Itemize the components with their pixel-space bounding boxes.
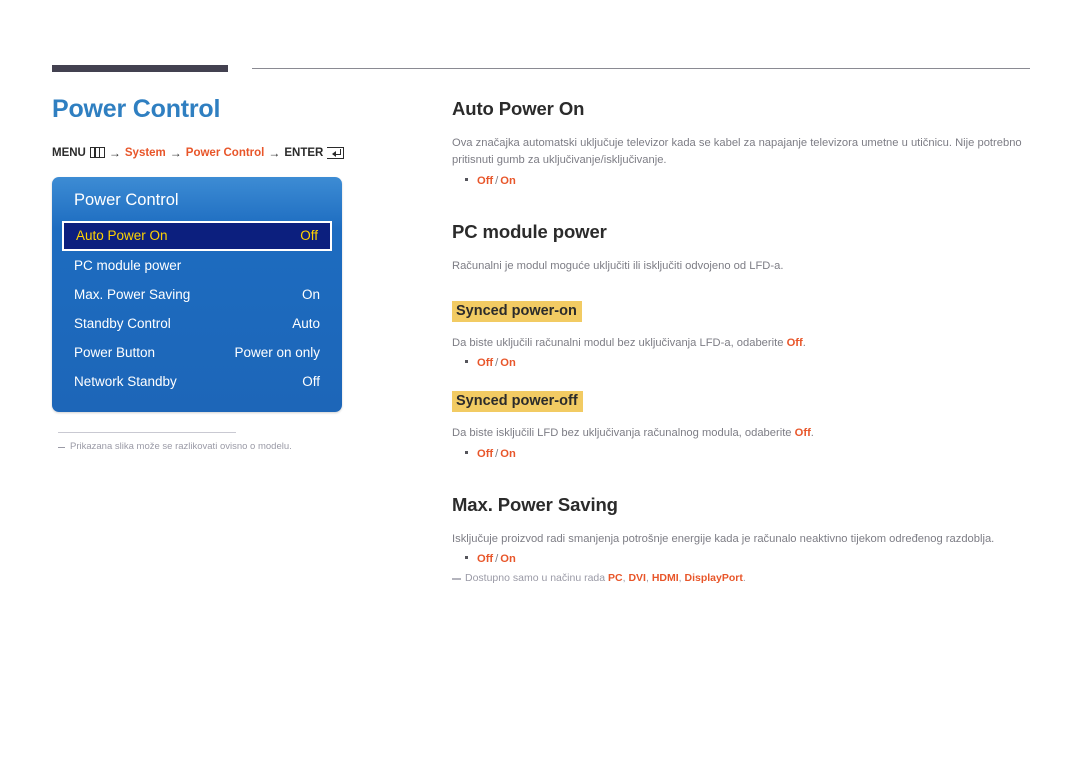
subsection-heading-synced-power-on: Synced power-on bbox=[452, 301, 582, 323]
breadcrumb-step-power-control[interactable]: Power Control bbox=[186, 147, 265, 159]
section-heading-max-power-saving: Max. Power Saving bbox=[452, 493, 618, 515]
breadcrumb-arrow-3: → bbox=[268, 145, 281, 160]
header-rule-thick bbox=[52, 65, 228, 72]
section-heading-auto-power-on: Auto Power On bbox=[452, 98, 585, 119]
option-separator: / bbox=[495, 357, 499, 370]
option-list-synced-power-on: Off / On bbox=[465, 357, 1032, 369]
bullet-icon bbox=[465, 450, 468, 454]
osd-row-pc-module-power[interactable]: PC module power bbox=[52, 251, 342, 280]
osd-row-network-standby[interactable]: Network Standby Off bbox=[52, 367, 342, 396]
image-note-text: Prikazana slika može se razlikovati ovis… bbox=[70, 440, 292, 452]
option-on: On bbox=[500, 553, 516, 566]
osd-row-label: Auto Power On bbox=[76, 228, 168, 243]
subsection-body-period: . bbox=[802, 337, 806, 350]
breadcrumb: MENU → System → Power Control → ENTER bbox=[52, 146, 412, 160]
right-column: Auto Power On Ova značajka automatski uk… bbox=[452, 98, 1032, 584]
subsection-body-text: Da biste uključili računalni modul bez u… bbox=[452, 337, 787, 350]
option-list-auto-power-on: Off / On bbox=[465, 175, 1032, 187]
option-on: On bbox=[500, 357, 516, 370]
osd-row-max-power-saving[interactable]: Max. Power Saving On bbox=[52, 280, 342, 309]
dash-icon bbox=[452, 578, 461, 581]
option-off: Off bbox=[477, 174, 494, 187]
osd-row-label: Power Button bbox=[74, 344, 156, 360]
option-list-max-power-saving: Off / On bbox=[465, 553, 1032, 565]
breadcrumb-arrow-2: → bbox=[169, 145, 182, 160]
osd-row-label: Standby Control bbox=[74, 315, 171, 331]
subsection-body-synced-power-off: Da biste isključili LFD bez uključivanja… bbox=[452, 425, 1032, 442]
availability-note: Dostupno samo u načinu rada PC, DVI, HDM… bbox=[452, 572, 1032, 584]
image-note-divider bbox=[58, 431, 236, 433]
section-body-auto-power-on: Ova značajka automatski uključuje televi… bbox=[452, 137, 1022, 167]
header-rule-thin bbox=[252, 68, 1030, 69]
osd-row-label: Max. Power Saving bbox=[74, 286, 191, 302]
bullet-icon bbox=[465, 556, 468, 560]
bullet-icon bbox=[465, 360, 468, 364]
inline-option-off: Off bbox=[794, 427, 811, 440]
option-separator: / bbox=[495, 447, 499, 460]
section-body-pc-module-power: Računalni je modul moguće uključiti ili … bbox=[452, 259, 784, 272]
osd-title: Power Control bbox=[74, 190, 179, 209]
option-off: Off bbox=[477, 447, 494, 460]
osd-row-auto-power-on[interactable]: Auto Power On Off bbox=[62, 220, 332, 251]
breadcrumb-arrow-1: → bbox=[108, 145, 121, 160]
bullet-icon bbox=[465, 177, 468, 181]
osd-row-value: On bbox=[301, 286, 320, 302]
option-separator: / bbox=[495, 174, 499, 187]
option-on: On bbox=[500, 447, 516, 460]
osd-row-value: Off bbox=[302, 373, 320, 389]
inline-option-off: Off bbox=[786, 337, 803, 350]
mode-pc: PC bbox=[608, 572, 623, 585]
section-body-max-power-saving: Isključuje proizvod radi smanjenja potro… bbox=[452, 532, 995, 545]
osd-menu-panel: Power Control Auto Power On Off PC modul… bbox=[52, 176, 342, 412]
option-list-synced-power-off: Off / On bbox=[465, 448, 1032, 460]
osd-row-label: PC module power bbox=[74, 257, 182, 273]
subsection-heading-synced-power-off: Synced power-off bbox=[452, 391, 583, 413]
image-note: Prikazana slika može se razlikovati ovis… bbox=[58, 441, 412, 452]
option-on: On bbox=[500, 174, 516, 187]
osd-row-power-button[interactable]: Power Button Power on only bbox=[52, 338, 342, 367]
osd-row-value: Auto bbox=[292, 315, 320, 331]
breadcrumb-menu-label: MENU bbox=[52, 146, 86, 159]
subsection-body-text: Da biste isključili LFD bez uključivanja… bbox=[452, 427, 795, 440]
left-column: Power Control MENU → System → Power Cont… bbox=[52, 95, 412, 452]
osd-row-value: Off bbox=[300, 228, 318, 243]
subsection-body-period: . bbox=[810, 427, 814, 440]
mode-displayport: DisplayPort bbox=[684, 572, 743, 585]
enter-key-icon bbox=[327, 146, 345, 159]
menu-grid-icon bbox=[89, 147, 105, 158]
osd-row-label: Network Standby bbox=[74, 373, 177, 389]
breadcrumb-step-system[interactable]: System bbox=[125, 147, 166, 159]
subsection-body-synced-power-on: Da biste uključili računalni modul bez u… bbox=[452, 335, 1032, 352]
option-separator: / bbox=[495, 553, 499, 566]
page-title: Power Control bbox=[52, 95, 221, 123]
mode-hdmi: HDMI bbox=[651, 572, 679, 585]
option-off: Off bbox=[477, 553, 494, 566]
breadcrumb-enter-label: ENTER bbox=[284, 146, 324, 159]
availability-note-text: Dostupno samo u načinu rada bbox=[465, 572, 609, 585]
option-off: Off bbox=[477, 357, 494, 370]
availability-note-period: . bbox=[742, 572, 746, 585]
section-heading-pc-module-power: PC module power bbox=[452, 220, 607, 242]
mode-dvi: DVI bbox=[628, 572, 646, 585]
osd-row-value: Power on only bbox=[234, 344, 320, 360]
osd-row-standby-control[interactable]: Standby Control Auto bbox=[52, 309, 342, 338]
dash-icon bbox=[58, 446, 65, 448]
